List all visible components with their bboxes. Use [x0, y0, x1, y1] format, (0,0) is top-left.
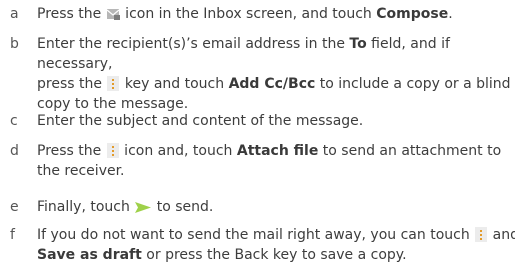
step-marker: d [10, 143, 19, 159]
step-f: f If you do not want to send the mail rig… [10, 227, 515, 263]
step-b: b Enter the recipient(s)’s email address … [10, 36, 511, 112]
step-marker: e [10, 199, 19, 215]
compose-label: Compose [376, 6, 449, 22]
step-c: c Enter the subject and content of the me… [10, 113, 364, 129]
step-a: a Press the icon in the Inbox screen, and… [10, 6, 453, 22]
step-marker: c [10, 113, 18, 129]
add-cc-bcc-label: Add Cc/Bcc [228, 76, 316, 92]
step-text: Press the [37, 6, 106, 22]
step-text: icon in the Inbox screen, and touch [120, 6, 377, 22]
send-icon [135, 202, 152, 213]
save-as-draft-label: Save as draft [37, 247, 142, 263]
compose-icon [106, 9, 120, 20]
step-marker: f [10, 227, 15, 243]
menu-key-icon [475, 227, 488, 242]
attach-file-label: Attach file [236, 143, 319, 159]
menu-key-icon [107, 76, 120, 91]
to-field-label: To [349, 36, 367, 52]
step-marker: a [10, 6, 19, 22]
step-e: e Finally, touch to send. [10, 199, 214, 215]
menu-key-icon [106, 143, 119, 158]
step-marker: b [10, 36, 19, 52]
step-d: d Press the icon and, touch Attach file t… [10, 143, 502, 179]
